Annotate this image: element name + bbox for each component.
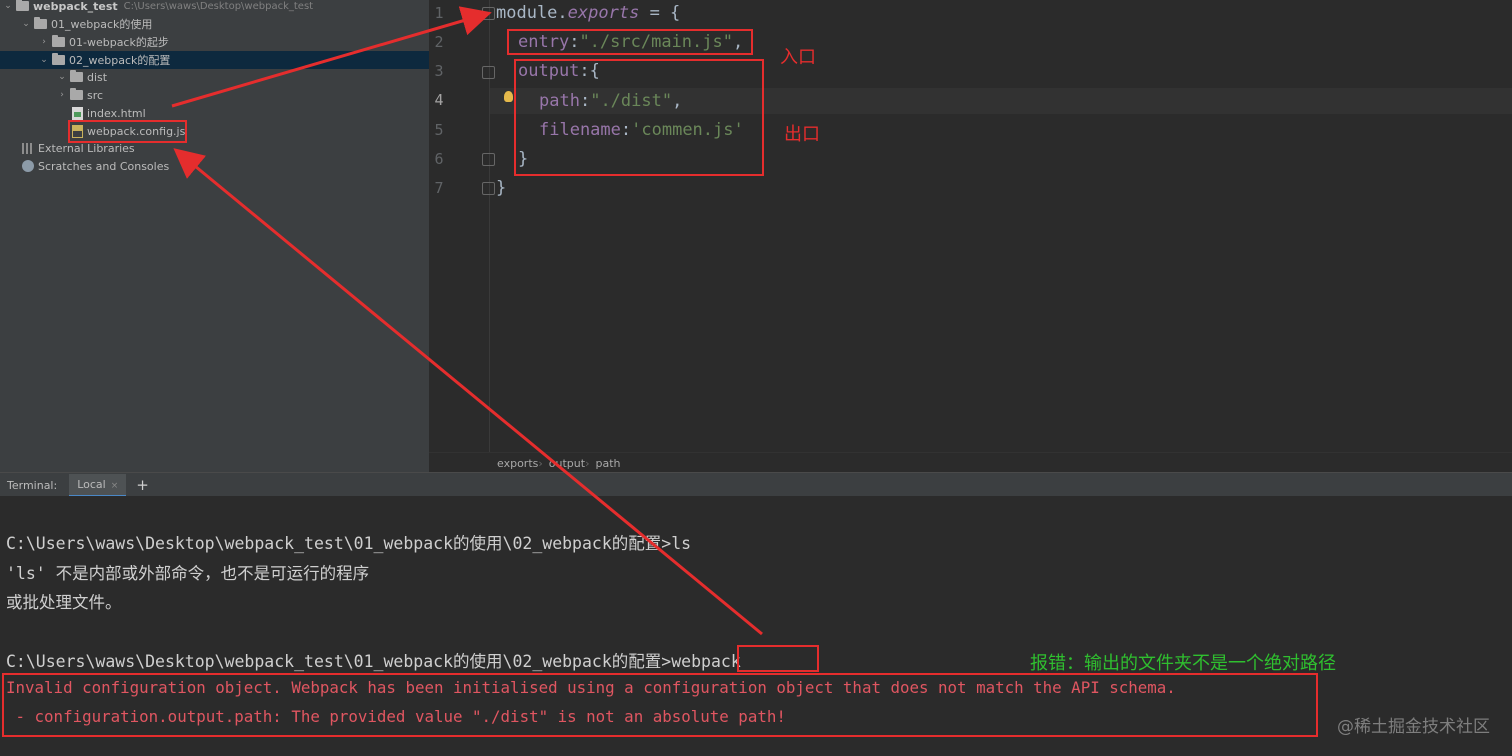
arrow-to-editor (171, 6, 492, 108)
annotation-arrows (171, 6, 763, 636)
arrow-to-config-file (173, 148, 763, 636)
